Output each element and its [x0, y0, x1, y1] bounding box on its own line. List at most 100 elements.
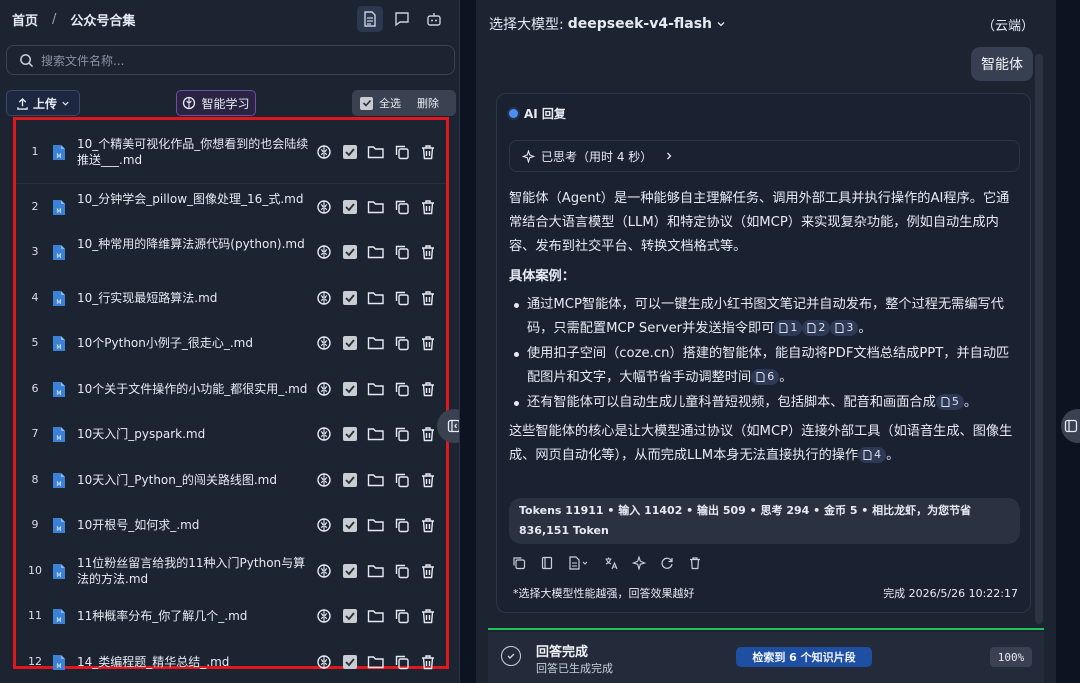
file-row[interactable]: 11 M 11种概率分布_你了解几个_.md: [16, 594, 446, 640]
file-row[interactable]: 5 M 10个Python小例子_很走心_.md: [16, 321, 446, 367]
brain-icon[interactable]: [314, 607, 334, 625]
expand-right-button[interactable]: [1061, 409, 1080, 443]
file-name[interactable]: 10开根号_如何求_.md: [77, 517, 309, 533]
row-checkbox[interactable]: [340, 471, 360, 489]
file-name[interactable]: 10天入门_pyspark.md: [77, 426, 309, 442]
search-input[interactable]: 搜索文件名称...: [6, 45, 455, 75]
file-row[interactable]: 10 M 11位粉丝留言给我的11种入门Python与算法的方法.md: [16, 548, 446, 594]
folder-icon[interactable]: [366, 243, 386, 261]
sparkle-icon[interactable]: [631, 555, 647, 571]
brain-icon[interactable]: [314, 243, 334, 261]
model-selector[interactable]: 选择大模型: deepseek-v4-flash: [489, 14, 726, 34]
copy-icon[interactable]: [392, 653, 412, 671]
trash-icon[interactable]: [418, 516, 438, 534]
row-checkbox[interactable]: [340, 607, 360, 625]
row-checkbox[interactable]: [340, 334, 360, 352]
folder-icon[interactable]: [366, 334, 386, 352]
row-checkbox[interactable]: [340, 380, 360, 398]
file-name[interactable]: 10_分钟学会_pillow_图像处理_16_式.md: [77, 191, 309, 207]
book-icon[interactable]: [539, 555, 555, 571]
trash-icon[interactable]: [418, 243, 438, 261]
folder-icon[interactable]: [366, 516, 386, 534]
file-name[interactable]: 11种概率分布_你了解几个_.md: [77, 608, 309, 624]
file-row[interactable]: 2 M 10_分钟学会_pillow_图像处理_16_式.md: [16, 184, 446, 230]
copy-icon[interactable]: [392, 562, 412, 580]
select-all-checkbox[interactable]: [360, 96, 373, 110]
trash-icon[interactable]: [418, 653, 438, 671]
file-name[interactable]: 10_行实现最短路算法.md: [77, 290, 309, 306]
chat-scrollbar[interactable]: [1035, 54, 1043, 624]
folder-icon[interactable]: [366, 653, 386, 671]
file-name[interactable]: 10个关于文件操作的小功能_都很实用_.md: [77, 381, 309, 397]
trash-icon[interactable]: [418, 143, 438, 161]
row-checkbox[interactable]: [340, 198, 360, 216]
row-checkbox[interactable]: [340, 516, 360, 534]
document-view-icon[interactable]: [357, 6, 383, 32]
trash-icon[interactable]: [418, 425, 438, 443]
refresh-icon[interactable]: [659, 555, 675, 571]
copy-icon[interactable]: [392, 607, 412, 625]
copy-icon[interactable]: [392, 471, 412, 489]
folder-icon[interactable]: [366, 607, 386, 625]
folder-icon[interactable]: [366, 198, 386, 216]
copy-icon[interactable]: [392, 143, 412, 161]
citation-chip[interactable]: 2: [802, 320, 831, 336]
brain-icon[interactable]: [314, 143, 334, 161]
row-checkbox[interactable]: [340, 289, 360, 307]
brain-icon[interactable]: [314, 562, 334, 580]
copy-icon[interactable]: [392, 243, 412, 261]
brain-icon[interactable]: [314, 334, 334, 352]
delete-button[interactable]: 删除: [417, 95, 439, 111]
file-row[interactable]: 6 M 10个关于文件操作的小功能_都很实用_.md: [16, 366, 446, 412]
trash-icon[interactable]: [418, 198, 438, 216]
upload-button[interactable]: 上传: [6, 90, 80, 116]
row-checkbox[interactable]: [340, 143, 360, 161]
trash-icon[interactable]: [418, 562, 438, 580]
file-name[interactable]: 10个Python小例子_很走心_.md: [77, 335, 309, 351]
folder-icon[interactable]: [366, 143, 386, 161]
export-icon[interactable]: [567, 555, 591, 571]
file-row[interactable]: 7 M 10天入门_pyspark.md: [16, 412, 446, 458]
folder-icon[interactable]: [366, 562, 386, 580]
thought-toggle[interactable]: 已思考（用时 4 秒）: [509, 140, 1020, 172]
citation-chip[interactable]: 5: [935, 394, 964, 410]
row-checkbox[interactable]: [340, 653, 360, 671]
file-row[interactable]: 3 M 10_种常用的降维算法源代码(python).md: [16, 230, 446, 276]
folder-icon[interactable]: [366, 425, 386, 443]
citation-chip[interactable]: 6: [751, 369, 780, 385]
file-name[interactable]: 10_个精美可视化作品_你想看到的也会陆续推送___.md: [77, 136, 309, 168]
brain-icon[interactable]: [314, 425, 334, 443]
brain-icon[interactable]: [314, 653, 334, 671]
trash-icon[interactable]: [418, 607, 438, 625]
brain-icon[interactable]: [314, 380, 334, 398]
copy-icon[interactable]: [392, 334, 412, 352]
file-name[interactable]: 10天入门_Python_的闯关路线图.md: [77, 472, 309, 488]
select-all-label[interactable]: 全选: [379, 95, 401, 111]
file-row[interactable]: 1 M 10_个精美可视化作品_你想看到的也会陆续推送___.md: [16, 120, 446, 184]
row-checkbox[interactable]: [340, 562, 360, 580]
row-checkbox[interactable]: [340, 425, 360, 443]
file-name[interactable]: 11位粉丝留言给我的11种入门Python与算法的方法.md: [77, 555, 309, 587]
file-row[interactable]: 8 M 10天入门_Python_的闯关路线图.md: [16, 457, 446, 503]
copy-icon[interactable]: [392, 425, 412, 443]
copy-icon[interactable]: [392, 289, 412, 307]
brain-icon[interactable]: [314, 516, 334, 534]
retrieval-badge[interactable]: 检索到 6 个知识片段: [736, 647, 872, 667]
translate-icon[interactable]: [603, 555, 619, 571]
row-checkbox[interactable]: [340, 243, 360, 261]
file-row[interactable]: 12 M 14_类编程题_精华总结_.md: [16, 639, 446, 683]
trash-icon[interactable]: [418, 334, 438, 352]
trash-icon[interactable]: [418, 380, 438, 398]
folder-icon[interactable]: [366, 380, 386, 398]
trash-icon[interactable]: [418, 471, 438, 489]
citation-chip[interactable]: 4: [858, 447, 887, 463]
chat-icon[interactable]: [389, 6, 415, 32]
citation-chip[interactable]: 3: [830, 320, 859, 336]
citation-chip[interactable]: 1: [774, 320, 803, 336]
file-name[interactable]: 14_类编程题_精华总结_.md: [77, 654, 309, 670]
file-row[interactable]: 4 M 10_行实现最短路算法.md: [16, 275, 446, 321]
brain-icon[interactable]: [314, 289, 334, 307]
file-row[interactable]: 9 M 10开根号_如何求_.md: [16, 503, 446, 549]
copy-icon[interactable]: [392, 198, 412, 216]
brain-icon[interactable]: [314, 471, 334, 489]
